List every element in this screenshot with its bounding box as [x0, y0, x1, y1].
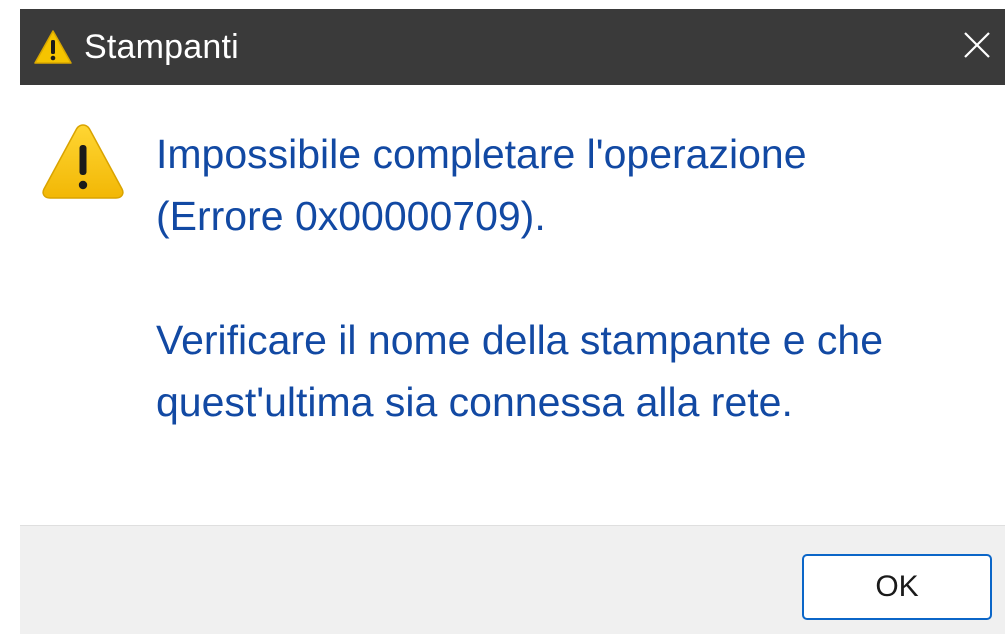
title-bar[interactable]: Stampanti	[20, 9, 1005, 85]
error-dialog: Stampanti Impossibile completare l'opera…	[0, 0, 1005, 634]
close-button[interactable]	[945, 15, 1005, 79]
message-line: (Errore 0x00000709).	[156, 193, 546, 239]
dialog-content: Impossibile completare l'operazione (Err…	[20, 85, 1005, 525]
message-line: quest'ultima sia connessa alla rete.	[156, 379, 793, 425]
button-bar: OK	[20, 525, 1005, 634]
message-line: Impossibile completare l'operazione	[156, 131, 807, 177]
ok-button[interactable]: OK	[802, 554, 992, 620]
warning-icon	[40, 121, 126, 201]
close-icon	[962, 30, 992, 65]
window-title: Stampanti	[84, 27, 239, 66]
warning-icon	[30, 24, 76, 70]
message-line: Verificare il nome della stampante e che	[156, 317, 884, 363]
error-message: Impossibile completare l'operazione (Err…	[156, 123, 996, 433]
